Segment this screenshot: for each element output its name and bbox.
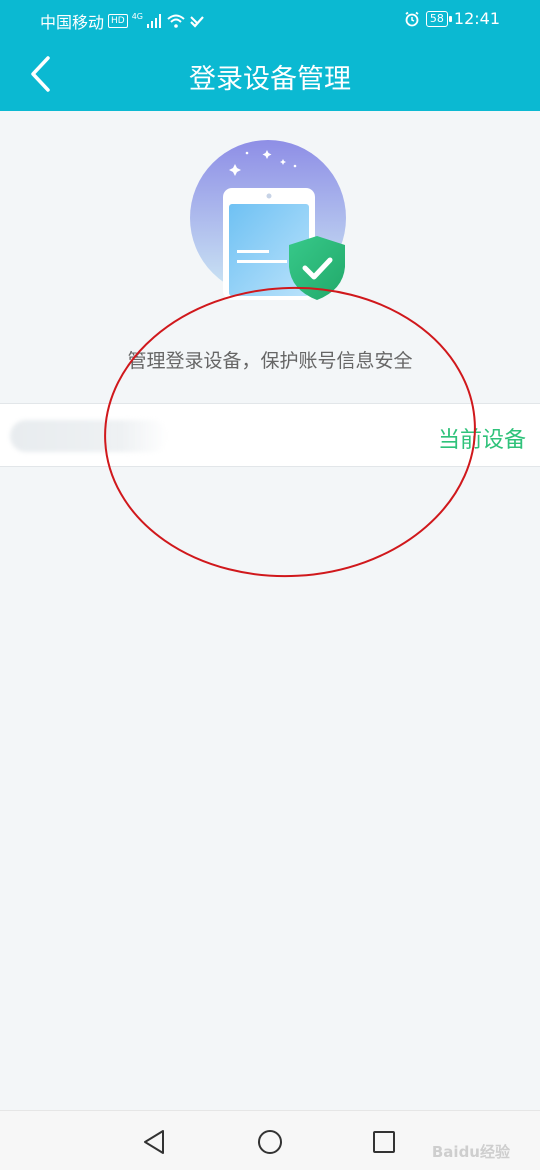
system-nav-bar: Baidu经验 bbox=[0, 1110, 540, 1170]
device-name-redacted bbox=[10, 420, 168, 452]
network-type-label: 4G bbox=[131, 11, 144, 21]
battery-indicator: 58 bbox=[425, 10, 452, 27]
hotspot-icon bbox=[190, 16, 204, 28]
title-bar: 登录设备管理 bbox=[0, 38, 540, 111]
status-left: 中国移动 HD 4G bbox=[40, 9, 205, 33]
current-device-label: 当前设备 bbox=[437, 428, 526, 453]
page-title: 登录设备管理 bbox=[189, 64, 351, 95]
carrier-label: 中国移动 bbox=[40, 13, 105, 32]
square-recents-icon bbox=[373, 1131, 395, 1153]
alarm-icon bbox=[405, 11, 419, 26]
device-security-illustration bbox=[190, 140, 346, 300]
circle-home-icon bbox=[258, 1130, 282, 1154]
nav-home-button[interactable] bbox=[255, 1127, 285, 1157]
status-right: 58 12:41 bbox=[404, 9, 500, 28]
signal-icon bbox=[147, 14, 162, 28]
clock: 12:41 bbox=[453, 9, 500, 28]
nav-back-button[interactable] bbox=[139, 1127, 169, 1157]
device-list-item[interactable]: 当前设备 bbox=[0, 403, 540, 467]
hd-badge: HD bbox=[108, 14, 128, 28]
page-subtitle: 管理登录设备，保护账号信息安全 bbox=[127, 350, 413, 372]
watermark: Baidu经验 bbox=[431, 1143, 510, 1161]
status-bar: 中国移动 HD 4G 58 12:41 bbox=[0, 0, 540, 38]
wifi-icon bbox=[167, 14, 185, 28]
triangle-back-icon bbox=[144, 1130, 164, 1154]
nav-recents-button[interactable] bbox=[369, 1127, 399, 1157]
